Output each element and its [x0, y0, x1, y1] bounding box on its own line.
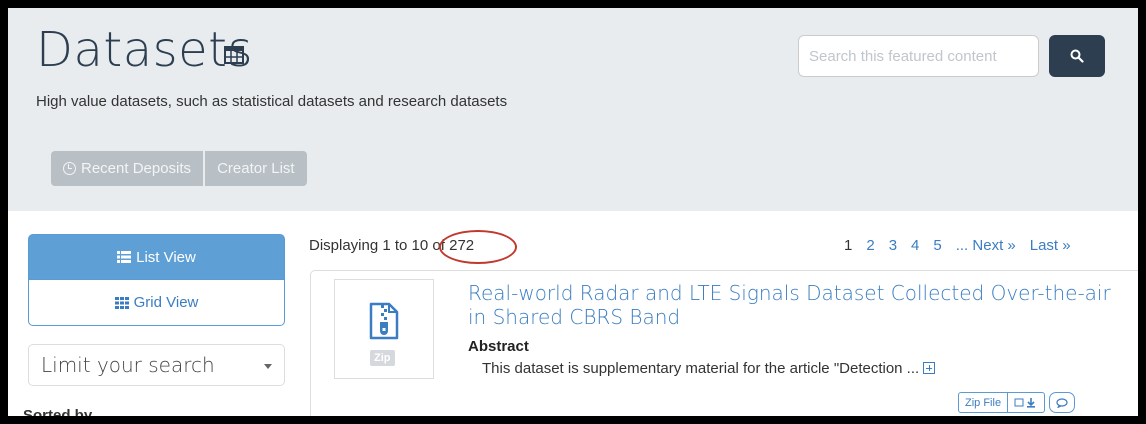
- tab-grid-view-label: Grid View: [133, 294, 199, 311]
- expand-icon[interactable]: [923, 362, 936, 374]
- creator-list-button[interactable]: Creator List: [205, 151, 307, 186]
- header-band: Datasets High value datasets, such as st…: [8, 8, 1138, 211]
- next-page-link[interactable]: ... Next »: [956, 237, 1016, 254]
- chevron-down-icon: [264, 364, 272, 369]
- abstract-label: Abstract: [468, 338, 529, 355]
- annotation-circle: [439, 230, 517, 264]
- download-button[interactable]: [1008, 392, 1046, 413]
- abstract-text: This dataset is supplementary material f…: [482, 360, 936, 377]
- tab-list-view[interactable]: List View: [28, 234, 285, 280]
- zip-badge: Zip: [370, 350, 395, 366]
- tab-list-view-label: List View: [136, 248, 196, 266]
- header-button-group: Recent Deposits Creator List: [51, 151, 307, 186]
- comment-icon: [1056, 397, 1068, 408]
- limit-search-dropdown[interactable]: Limit your search: [28, 344, 285, 386]
- result-title-link[interactable]: Real-world Radar and LTE Signals Dataset…: [468, 281, 1128, 329]
- recent-deposits-button[interactable]: Recent Deposits: [51, 151, 204, 186]
- page-frame: Datasets High value datasets, such as st…: [8, 8, 1138, 416]
- recent-deposits-label: Recent Deposits: [81, 160, 192, 177]
- table-icon: [224, 46, 244, 64]
- page-link[interactable]: 4: [911, 237, 919, 254]
- page-link[interactable]: 3: [889, 237, 897, 254]
- list-icon: [117, 251, 132, 263]
- comment-button[interactable]: [1049, 392, 1076, 413]
- zip-file-icon: [369, 302, 399, 340]
- view-toggle: List View Grid View: [28, 234, 285, 326]
- result-actions: Zip File: [958, 392, 1076, 413]
- page-title: Datasets: [36, 22, 253, 78]
- page-link[interactable]: 2: [866, 237, 874, 254]
- tab-grid-view[interactable]: Grid View: [28, 280, 285, 326]
- limit-search-label: Limit your search: [41, 353, 215, 377]
- pagination: 1 2 3 4 5 ... Next » Last »: [844, 237, 1085, 254]
- page-link-current[interactable]: 1: [844, 237, 852, 254]
- search-button[interactable]: [1049, 35, 1105, 77]
- search-icon: [1070, 49, 1084, 63]
- search-input[interactable]: [798, 35, 1039, 77]
- result-thumbnail[interactable]: Zip: [334, 279, 434, 379]
- page-link[interactable]: 5: [933, 237, 941, 254]
- creator-list-label: Creator List: [217, 160, 295, 177]
- clock-icon: [63, 162, 76, 175]
- zip-file-button[interactable]: Zip File: [958, 392, 1009, 413]
- last-page-link[interactable]: Last »: [1030, 237, 1071, 254]
- grid-icon: [114, 296, 129, 309]
- abstract-snippet: This dataset is supplementary material f…: [482, 360, 920, 377]
- results-count-prefix: Displaying 1 to 10: [309, 237, 429, 254]
- download-icon: [1014, 398, 1036, 408]
- sorted-by-label: Sorted by: [23, 407, 93, 416]
- page-subtitle: High value datasets, such as statistical…: [36, 93, 508, 110]
